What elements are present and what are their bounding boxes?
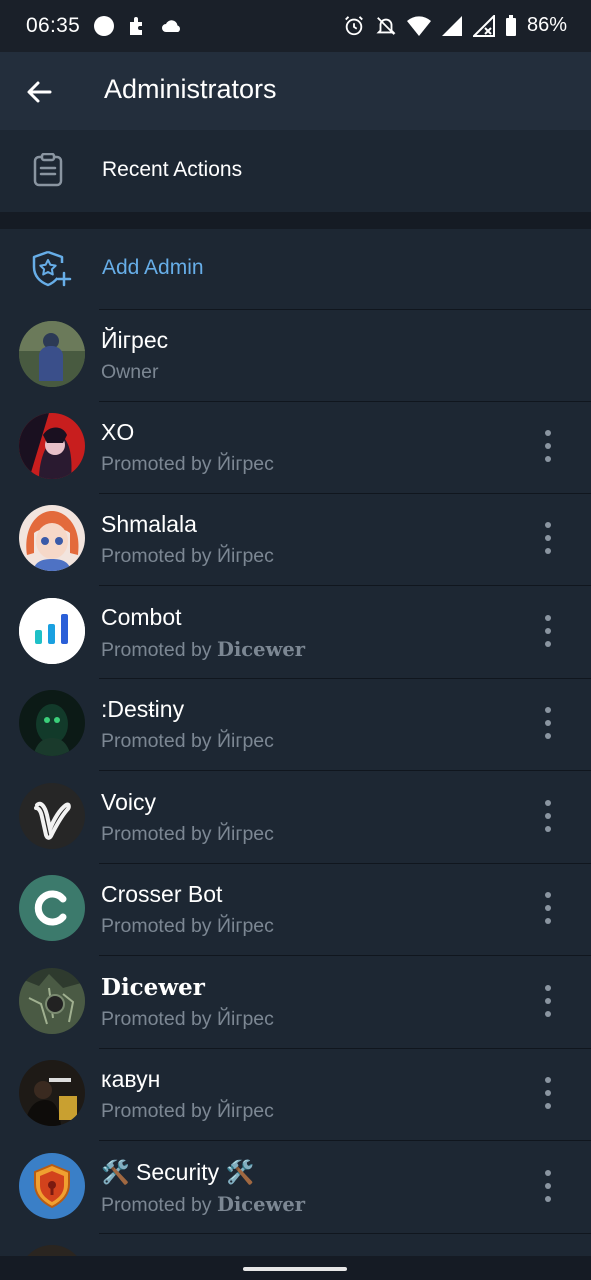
admin-role: Promoted by Йігрес [101,1008,274,1030]
admin-role: Owner [101,361,159,383]
admin-row[interactable]: кавун Promoted by Йігрес [0,1049,591,1141]
cloud-icon [162,20,180,32]
add-admin-button[interactable]: Add Admin [0,229,591,309]
battery-icon [505,14,516,36]
more-options-icon[interactable] [538,985,558,1017]
status-left-icons [92,14,184,38]
more-options-icon[interactable] [538,707,558,739]
more-options-icon[interactable] [538,615,558,647]
admin-row[interactable]: Йігрес Owner [0,310,591,402]
admin-role: Promoted by Dicewer [101,638,306,661]
more-options-icon[interactable] [538,522,558,554]
admin-row[interactable]: Dicewer Promoted by Йігрес [0,957,591,1049]
voicy-logo-icon [19,783,85,849]
avatar [19,413,85,479]
avatar [19,598,85,664]
admin-name: Voicy [101,789,156,815]
more-options-icon[interactable] [538,1077,558,1109]
avatar [19,321,85,387]
admin-name: XO [101,419,135,445]
shield-star-plus-icon [32,250,72,287]
page-title: Administrators [104,74,277,104]
admin-name: :Desŧiny [101,696,185,722]
more-options-icon[interactable] [538,892,558,924]
recent-actions-label: Recent Actions [102,158,243,181]
status-bar: 06:35 86% [0,0,591,52]
add-admin-label: Add Admin [102,256,204,279]
bell-off-icon [376,16,396,35]
admin-row[interactable]: Voicy Promoted by Йігрес [0,772,591,864]
admin-role: Promoted by Йігрес [101,1100,274,1122]
avatar [19,1060,85,1126]
avatar [19,1153,85,1219]
alarm-icon [345,15,363,35]
wifi-icon [406,15,431,36]
admin-row[interactable]: 🛠️ Security 🛠️ Promoted by Dicewer [0,1142,591,1234]
status-time: 06:35 [26,14,81,37]
bar-chart-icon [19,598,85,664]
navigation-bar [0,1256,591,1280]
admin-role: Promoted by Йігрес [101,453,274,475]
divider [99,955,591,956]
circle-notification-icon [94,16,114,36]
section-separator [0,212,591,229]
divider [99,1140,591,1141]
admin-role: Promoted by Йігрес [101,730,274,752]
admin-role: Promoted by Dicewer [101,1193,306,1216]
signal-icon [441,15,462,36]
admin-name: Crosser Bot [101,881,223,907]
signal-x-icon [472,14,495,37]
admin-name: Combot [101,604,182,630]
admin-row[interactable]: Shmalala Promoted by Йігрес [0,494,591,586]
gesture-handle[interactable] [243,1267,347,1271]
more-options-icon[interactable] [538,800,558,832]
admin-name: Йігрес [101,327,169,353]
admin-name: Dicewer [101,974,205,1001]
avatar [19,968,85,1034]
more-options-icon[interactable] [538,430,558,462]
battery-percent: 86% [526,14,567,36]
status-right-icons: 86% [343,14,567,37]
app-bar: Administrators [0,52,591,130]
avatar [19,1245,85,1256]
crosser-logo-icon [19,875,85,941]
admin-row[interactable]: XO Promoted by Йігрес [0,402,591,494]
avatar [19,783,85,849]
avatar [19,690,85,756]
admin-row[interactable]: Combot Promoted by Dicewer [0,587,591,679]
admin-role: Promoted by Йігрес [101,823,274,845]
puzzle-icon [130,17,142,35]
admin-row-partial[interactable] [0,1234,591,1256]
divider [99,770,591,771]
shield-icon [19,1153,85,1219]
recent-actions-item[interactable]: Recent Actions [0,130,591,212]
admin-name: 🛠️ Security 🛠️ [101,1159,255,1185]
admin-name: Shmalala [101,511,197,537]
admin-role: Promoted by Йігрес [101,545,274,567]
admin-name: кавун [101,1066,161,1092]
arrow-left-icon[interactable] [22,75,56,109]
more-options-icon[interactable] [538,1170,558,1202]
avatar [19,505,85,571]
divider [99,585,591,586]
clipboard-icon [33,153,63,187]
admin-row[interactable]: Crosser Bot Promoted by Йігрес [0,864,591,956]
admin-role: Promoted by Йігрес [101,915,274,937]
avatar [19,875,85,941]
admin-row[interactable]: :Desŧiny Promoted by Йігрес [0,679,591,771]
